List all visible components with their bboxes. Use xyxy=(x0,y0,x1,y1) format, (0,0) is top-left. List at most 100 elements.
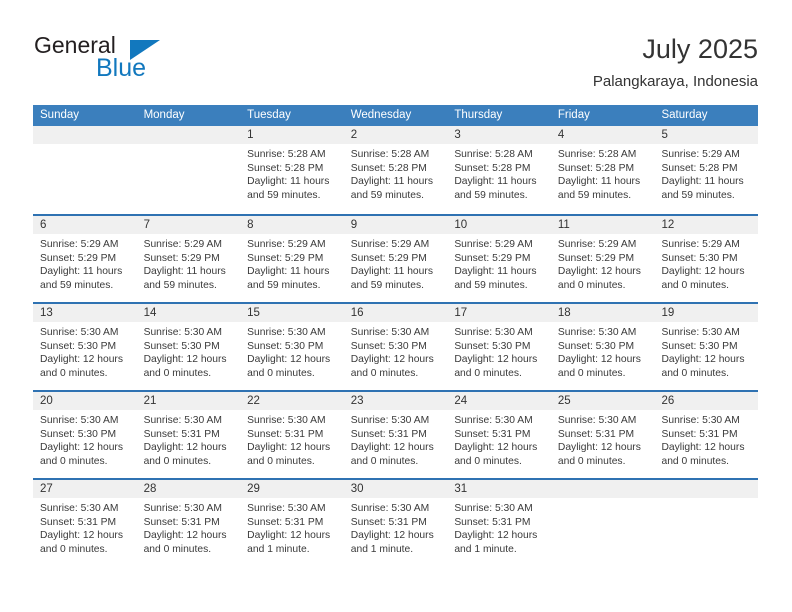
daylight-text: Daylight: 11 hours and 59 minutes. xyxy=(143,266,226,291)
sunset-text: Sunset: 5:30 PM xyxy=(557,340,635,352)
calendar-day-cell[interactable]: 26 Sunrise: 5:30 AM Sunset: 5:31 PM Dayligh… xyxy=(654,392,759,478)
sunset-text: Sunset: 5:31 PM xyxy=(454,516,531,528)
calendar-day-number: 11 xyxy=(550,216,655,234)
calendar-day-cell[interactable]: 22 Sunrise: 5:30 AM Sunset: 5:31 PM Dayligh… xyxy=(240,392,344,478)
calendar-day-number: 14 xyxy=(136,304,241,322)
weekday-header-friday: Friday xyxy=(557,109,590,121)
calendar-day-cell[interactable]: 2 Sunrise: 5:28 AM Sunset: 5:28 PM Daylight… xyxy=(343,126,448,214)
calendar-day-number xyxy=(550,480,655,498)
calendar-day-number: 21 xyxy=(136,392,241,410)
sunset-text: Sunset: 5:29 PM xyxy=(40,252,117,264)
daylight-text: Daylight: 12 hours and 0 minutes. xyxy=(557,266,641,291)
sunrise-text: Sunrise: 5:30 AM xyxy=(557,415,637,426)
calendar-day-cell[interactable]: 18 Sunrise: 5:30 AM Sunset: 5:30 PM Dayligh… xyxy=(550,304,655,390)
calendar-day-details: Sunrise: 5:30 AM Sunset: 5:31 PM Daylight:… xyxy=(344,498,448,556)
calendar-day-details: Sunrise: 5:28 AM Sunset: 5:28 PM Daylight:… xyxy=(447,144,551,202)
calendar-day-cell-empty xyxy=(550,480,655,566)
calendar-day-details: Sunrise: 5:30 AM Sunset: 5:30 PM Daylight:… xyxy=(137,322,241,380)
calendar-week-row: 6 Sunrise: 5:29 AM Sunset: 5:29 PM Daylight… xyxy=(33,214,759,302)
calendar-day-details: Sunrise: 5:30 AM Sunset: 5:31 PM Daylight:… xyxy=(33,498,137,556)
calendar-day-number: 13 xyxy=(33,304,137,322)
calendar-day-number: 9 xyxy=(343,216,448,234)
calendar-day-details: Sunrise: 5:30 AM Sunset: 5:31 PM Daylight:… xyxy=(137,410,241,468)
calendar-day-cell[interactable]: 31 Sunrise: 5:30 AM Sunset: 5:31 PM Dayligh… xyxy=(447,480,551,566)
title-block: July 2025 Palangkaraya, Indonesia xyxy=(593,32,758,93)
calendar-day-cell[interactable]: 20 Sunrise: 5:30 AM Sunset: 5:30 PM Dayligh… xyxy=(33,392,137,478)
sunset-text: Sunset: 5:31 PM xyxy=(661,428,738,440)
daylight-text: Daylight: 12 hours and 0 minutes. xyxy=(40,354,123,379)
sunrise-text: Sunrise: 5:29 AM xyxy=(247,239,326,250)
daylight-text: Daylight: 12 hours and 0 minutes. xyxy=(661,354,745,379)
calendar-day-cell[interactable]: 1 Sunrise: 5:28 AM Sunset: 5:28 PM Daylight… xyxy=(240,126,344,214)
calendar-day-cell[interactable]: 25 Sunrise: 5:30 AM Sunset: 5:31 PM Dayligh… xyxy=(550,392,655,478)
calendar-day-number: 8 xyxy=(240,216,344,234)
daylight-text: Daylight: 12 hours and 0 minutes. xyxy=(143,354,227,379)
calendar-day-details: Sunrise: 5:29 AM Sunset: 5:29 PM Daylight:… xyxy=(447,234,551,292)
sunrise-text: Sunrise: 5:30 AM xyxy=(350,503,430,514)
calendar-day-details: Sunrise: 5:30 AM Sunset: 5:30 PM Daylight:… xyxy=(654,322,758,380)
calendar-day-cell-empty xyxy=(33,126,137,214)
sunrise-text: Sunrise: 5:30 AM xyxy=(454,327,533,338)
daylight-text: Daylight: 11 hours and 59 minutes. xyxy=(247,266,330,291)
sunrise-text: Sunrise: 5:30 AM xyxy=(143,503,222,514)
calendar-day-cell[interactable]: 15 Sunrise: 5:30 AM Sunset: 5:30 PM Dayligh… xyxy=(240,304,344,390)
calendar-day-cell[interactable]: 29 Sunrise: 5:30 AM Sunset: 5:31 PM Dayligh… xyxy=(240,480,344,566)
calendar-day-cell[interactable]: 3 Sunrise: 5:28 AM Sunset: 5:28 PM Daylight… xyxy=(447,126,551,214)
calendar-day-cell[interactable]: 23 Sunrise: 5:30 AM Sunset: 5:31 PM Dayligh… xyxy=(343,392,448,478)
sunrise-text: Sunrise: 5:30 AM xyxy=(661,327,740,338)
calendar-day-cell[interactable]: 19 Sunrise: 5:30 AM Sunset: 5:30 PM Dayligh… xyxy=(654,304,759,390)
calendar-day-cell[interactable]: 13 Sunrise: 5:30 AM Sunset: 5:30 PM Dayligh… xyxy=(33,304,137,390)
calendar-day-cell[interactable]: 11 Sunrise: 5:29 AM Sunset: 5:29 PM Dayligh… xyxy=(550,216,655,302)
calendar-day-cell[interactable]: 30 Sunrise: 5:30 AM Sunset: 5:31 PM Dayligh… xyxy=(343,480,448,566)
sunset-text: Sunset: 5:30 PM xyxy=(661,340,738,352)
weekday-header-thursday: Thursday xyxy=(454,109,503,121)
daylight-text: Daylight: 12 hours and 0 minutes. xyxy=(40,530,123,555)
daylight-text: Daylight: 12 hours and 0 minutes. xyxy=(661,266,745,291)
calendar-day-cell[interactable]: 12 Sunrise: 5:29 AM Sunset: 5:30 PM Dayligh… xyxy=(654,216,759,302)
calendar-day-details: Sunrise: 5:30 AM Sunset: 5:30 PM Daylight:… xyxy=(447,322,551,380)
sunset-text: Sunset: 5:31 PM xyxy=(350,428,427,440)
sunrise-text: Sunrise: 5:28 AM xyxy=(247,149,326,160)
calendar-day-number: 22 xyxy=(240,392,344,410)
sunset-text: Sunset: 5:30 PM xyxy=(143,340,220,352)
weekday-header-tuesday: Tuesday xyxy=(247,109,291,121)
calendar-day-details: Sunrise: 5:29 AM Sunset: 5:29 PM Daylight:… xyxy=(137,234,241,292)
calendar-day-number: 10 xyxy=(447,216,551,234)
calendar-day-cell[interactable]: 17 Sunrise: 5:30 AM Sunset: 5:30 PM Dayligh… xyxy=(447,304,551,390)
calendar-day-details: Sunrise: 5:28 AM Sunset: 5:28 PM Daylight:… xyxy=(344,144,448,202)
calendar-day-cell[interactable]: 14 Sunrise: 5:30 AM Sunset: 5:30 PM Dayligh… xyxy=(136,304,241,390)
calendar-day-details: Sunrise: 5:30 AM Sunset: 5:31 PM Daylight:… xyxy=(240,498,344,556)
calendar-day-cell[interactable]: 5 Sunrise: 5:29 AM Sunset: 5:28 PM Daylight… xyxy=(654,126,759,214)
calendar-day-cell[interactable]: 9 Sunrise: 5:29 AM Sunset: 5:29 PM Daylight… xyxy=(343,216,448,302)
calendar-day-number: 29 xyxy=(240,480,344,498)
calendar-day-cell[interactable]: 7 Sunrise: 5:29 AM Sunset: 5:29 PM Daylight… xyxy=(136,216,241,302)
calendar-day-number: 16 xyxy=(343,304,448,322)
daylight-text: Daylight: 12 hours and 0 minutes. xyxy=(143,530,227,555)
general-blue-logo[interactable]: General Blue xyxy=(34,32,254,90)
calendar-day-cell[interactable]: 21 Sunrise: 5:30 AM Sunset: 5:31 PM Dayligh… xyxy=(136,392,241,478)
weekday-header-wednesday: Wednesday xyxy=(350,109,412,121)
calendar-day-cell[interactable]: 16 Sunrise: 5:30 AM Sunset: 5:30 PM Dayligh… xyxy=(343,304,448,390)
calendar-day-cell[interactable]: 6 Sunrise: 5:29 AM Sunset: 5:29 PM Daylight… xyxy=(33,216,137,302)
sunset-text: Sunset: 5:28 PM xyxy=(350,162,427,174)
calendar-day-cell[interactable]: 4 Sunrise: 5:28 AM Sunset: 5:28 PM Daylight… xyxy=(550,126,655,214)
calendar-day-number: 28 xyxy=(136,480,241,498)
calendar-day-cell[interactable]: 10 Sunrise: 5:29 AM Sunset: 5:29 PM Dayligh… xyxy=(447,216,551,302)
sunrise-text: Sunrise: 5:29 AM xyxy=(454,239,533,250)
daylight-text: Daylight: 12 hours and 0 minutes. xyxy=(661,442,745,467)
daylight-text: Daylight: 11 hours and 59 minutes. xyxy=(454,266,537,291)
sunset-text: Sunset: 5:31 PM xyxy=(350,516,427,528)
sunrise-text: Sunrise: 5:30 AM xyxy=(143,415,222,426)
sunset-text: Sunset: 5:31 PM xyxy=(143,516,220,528)
calendar-day-cell[interactable]: 24 Sunrise: 5:30 AM Sunset: 5:31 PM Dayligh… xyxy=(447,392,551,478)
calendar-day-cell[interactable]: 28 Sunrise: 5:30 AM Sunset: 5:31 PM Dayligh… xyxy=(136,480,241,566)
sunset-text: Sunset: 5:30 PM xyxy=(454,340,531,352)
page-subtitle: Palangkaraya, Indonesia xyxy=(592,73,758,90)
calendar-day-cell[interactable]: 27 Sunrise: 5:30 AM Sunset: 5:31 PM Dayligh… xyxy=(33,480,137,566)
sunset-text: Sunset: 5:30 PM xyxy=(40,340,117,352)
calendar-day-number: 26 xyxy=(654,392,759,410)
calendar-week-row: 27 Sunrise: 5:30 AM Sunset: 5:31 PM Dayligh… xyxy=(33,478,759,566)
calendar-day-cell[interactable]: 8 Sunrise: 5:29 AM Sunset: 5:29 PM Daylight… xyxy=(240,216,344,302)
daylight-text: Daylight: 11 hours and 59 minutes. xyxy=(40,266,123,291)
calendar-day-number: 2 xyxy=(343,126,448,144)
